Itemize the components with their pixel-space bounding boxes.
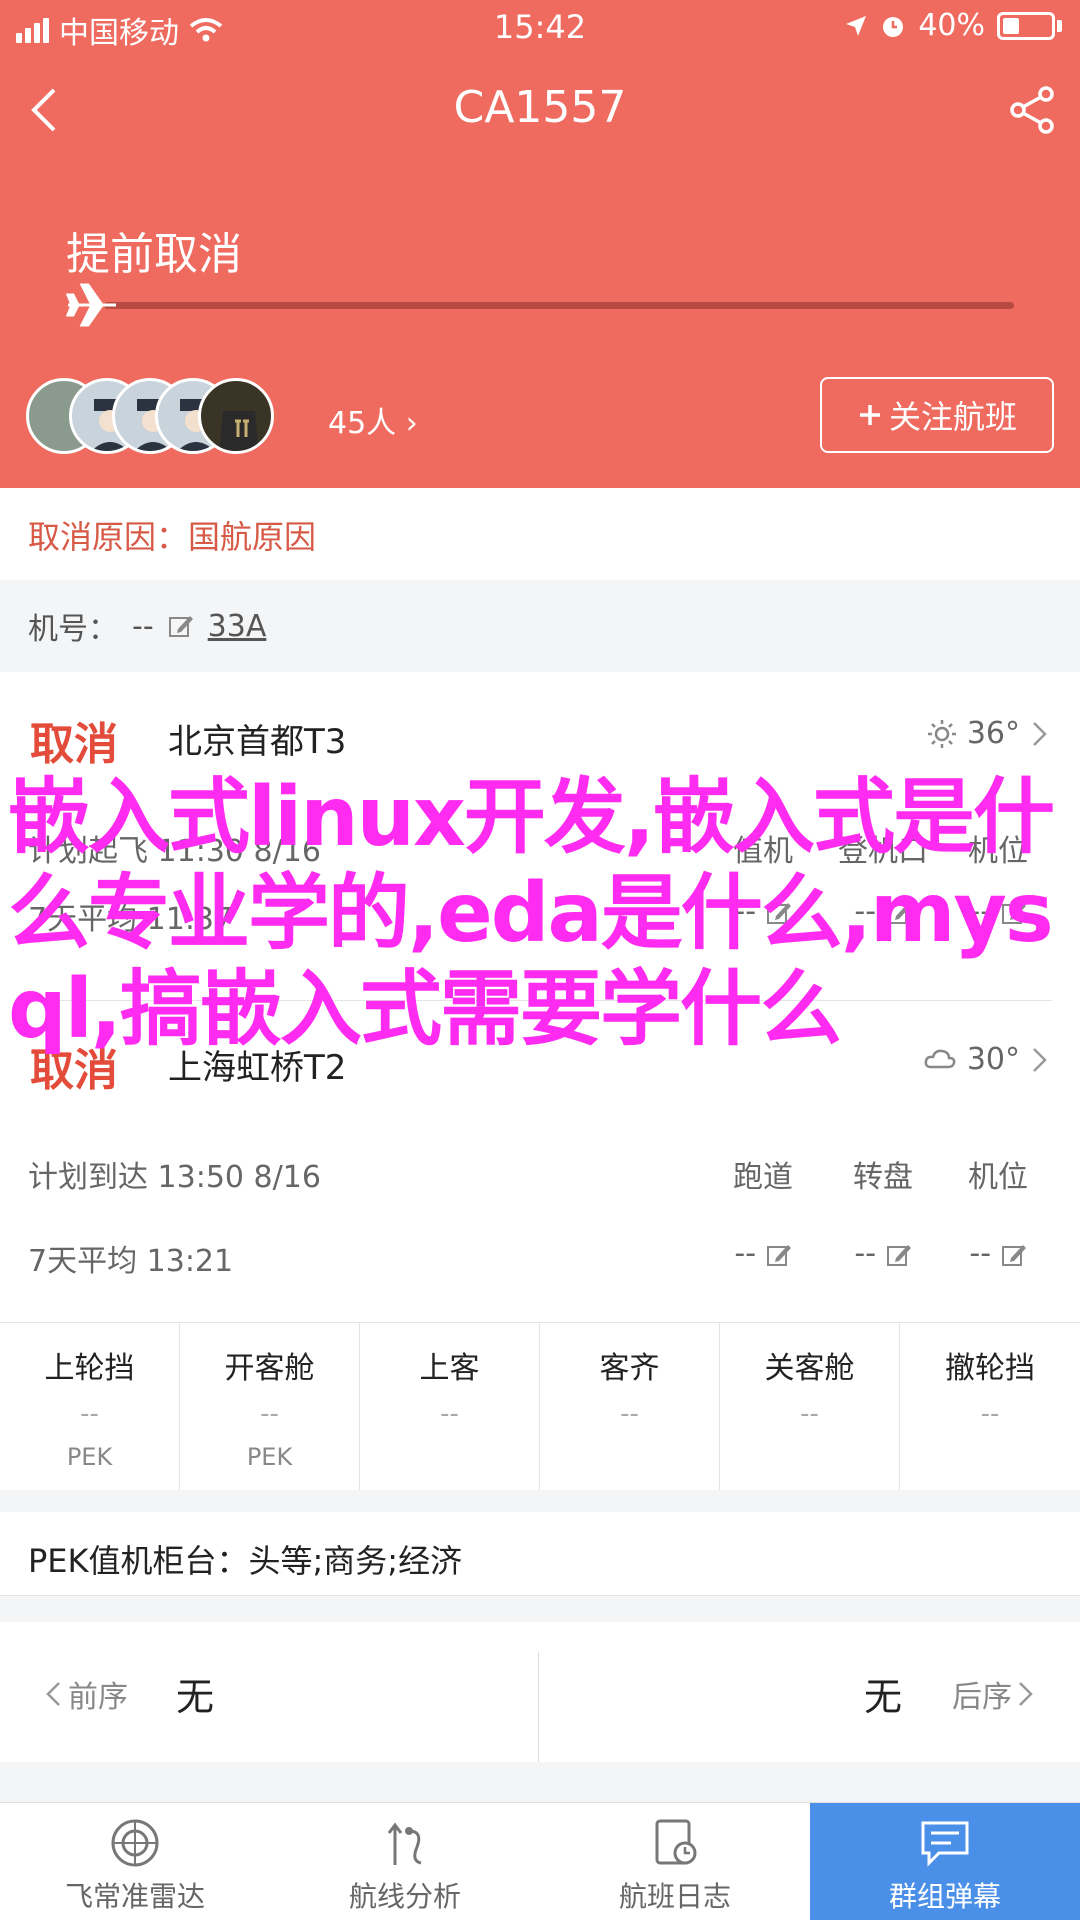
tab-radar[interactable]: 飞常准雷达 xyxy=(0,1803,270,1920)
follower-avatars[interactable] xyxy=(26,378,326,454)
route-icon xyxy=(387,1822,422,1865)
cancel-reason-value: 国航原因 xyxy=(188,518,317,556)
arrival-average: 7天平均 13:21 xyxy=(28,1244,234,1279)
plane-number-row: 机号： -- 33A xyxy=(0,580,1080,672)
arrival-col-stand: 机位 xyxy=(968,1160,1028,1195)
edit-icon xyxy=(766,1244,791,1266)
arrival-carousel-value[interactable]: -- xyxy=(818,1236,948,1271)
tab-route-analysis[interactable]: 航线分析 xyxy=(270,1803,540,1920)
log-icon xyxy=(655,1819,697,1865)
previous-flight-value: 无 xyxy=(176,1675,215,1719)
overlay-watermark-text: 嵌入式linux开发,嵌入式是什么专业学的,eda是什么,mysql,搞嵌入式需… xyxy=(8,770,1055,1057)
arrival-col-runway: 跑道 xyxy=(733,1160,793,1195)
radar-icon xyxy=(111,1819,159,1867)
vertical-divider xyxy=(538,1652,539,1762)
cancel-reason-label: 取消原因： xyxy=(28,518,189,556)
battery-percent: 40% xyxy=(918,8,985,43)
arrival-runway-value[interactable]: -- xyxy=(688,1236,838,1271)
plus-icon xyxy=(859,405,880,425)
status-cell-blocks-on: 上轮挡 -- PEK xyxy=(0,1323,180,1491)
progress-track xyxy=(104,302,1014,309)
sun-icon xyxy=(927,719,956,748)
share-icon[interactable] xyxy=(1004,82,1060,138)
status-cell-boarded: 客齐 -- xyxy=(540,1323,720,1491)
edit-icon xyxy=(886,1244,911,1266)
departure-weather[interactable]: 36° xyxy=(927,716,1050,751)
edit-icon[interactable] xyxy=(168,613,194,639)
status-bar: 中国移动 15:42 40% xyxy=(0,0,1080,52)
tab-flight-log[interactable]: 航班日志 xyxy=(540,1803,810,1920)
status-cell-close-cabin: 关客舱 -- xyxy=(720,1323,900,1491)
flight-status-label: 提前取消 xyxy=(66,229,242,280)
cancel-reason-row: 取消原因：国航原因 xyxy=(0,488,1080,580)
chevron-left-icon xyxy=(46,1682,60,1706)
ground-status-grid: 上轮挡 -- PEK 开客舱 -- PEK 上客 -- 客齐 -- 关客舱 --… xyxy=(0,1322,1080,1491)
alarm-icon xyxy=(883,16,904,37)
chat-icon xyxy=(921,1821,969,1867)
departure-status: 取消 xyxy=(30,719,118,770)
follow-flight-button[interactable]: 关注航班 xyxy=(820,377,1054,453)
chevron-right-icon xyxy=(1019,1682,1033,1706)
flight-header: 中国移动 15:42 40% CA1557 提前取消 45人 › 关注航班 xyxy=(0,0,1080,488)
next-flight-value: 无 xyxy=(864,1675,903,1719)
status-cell-open-cabin: 开客舱 -- PEK xyxy=(180,1323,360,1491)
plane-icon xyxy=(65,283,116,327)
arrival-col-carousel: 转盘 xyxy=(853,1160,913,1195)
departure-airport[interactable]: 北京首都T3 xyxy=(168,714,346,763)
counter-value: 头等;商务;经济 xyxy=(248,1542,463,1580)
counter-label: PEK值机柜台： xyxy=(28,1542,249,1580)
nav-bar: CA1557 xyxy=(0,70,1080,150)
plane-number-label: 机号： xyxy=(28,612,118,647)
previous-flight-button[interactable]: 前序 xyxy=(44,1672,128,1716)
status-cell-boarding: 上客 -- xyxy=(360,1323,540,1491)
aircraft-type-link[interactable]: 33A xyxy=(208,609,267,644)
checkin-counter-row: PEK值机柜台：头等;商务;经济 xyxy=(0,1512,1080,1596)
flight-progress xyxy=(64,280,1016,330)
page-title: CA1557 xyxy=(453,82,627,133)
battery-icon xyxy=(997,11,1055,40)
arrival-stand-value[interactable]: -- xyxy=(948,1236,1048,1271)
status-cell-blocks-off: 撤轮挡 -- xyxy=(945,1351,1035,1429)
follower-count[interactable]: 45人 › xyxy=(328,398,418,442)
chevron-right-icon xyxy=(1033,721,1047,746)
location-icon xyxy=(846,15,867,36)
avatar xyxy=(198,378,274,454)
arrival-planned: 计划到达 13:50 8/16 xyxy=(28,1160,321,1195)
tab-group-chat[interactable]: 群组弹幕 xyxy=(810,1803,1080,1920)
plane-number-value: -- xyxy=(132,608,154,644)
next-flight-button[interactable]: 后序 xyxy=(952,1672,1036,1716)
edit-icon xyxy=(1001,1244,1026,1266)
bottom-tab-bar: 飞常准雷达 航线分析 航班日志 群组弹幕 xyxy=(0,1802,1080,1920)
prev-next-flight: 前序 无 无 后序 xyxy=(0,1622,1080,1762)
